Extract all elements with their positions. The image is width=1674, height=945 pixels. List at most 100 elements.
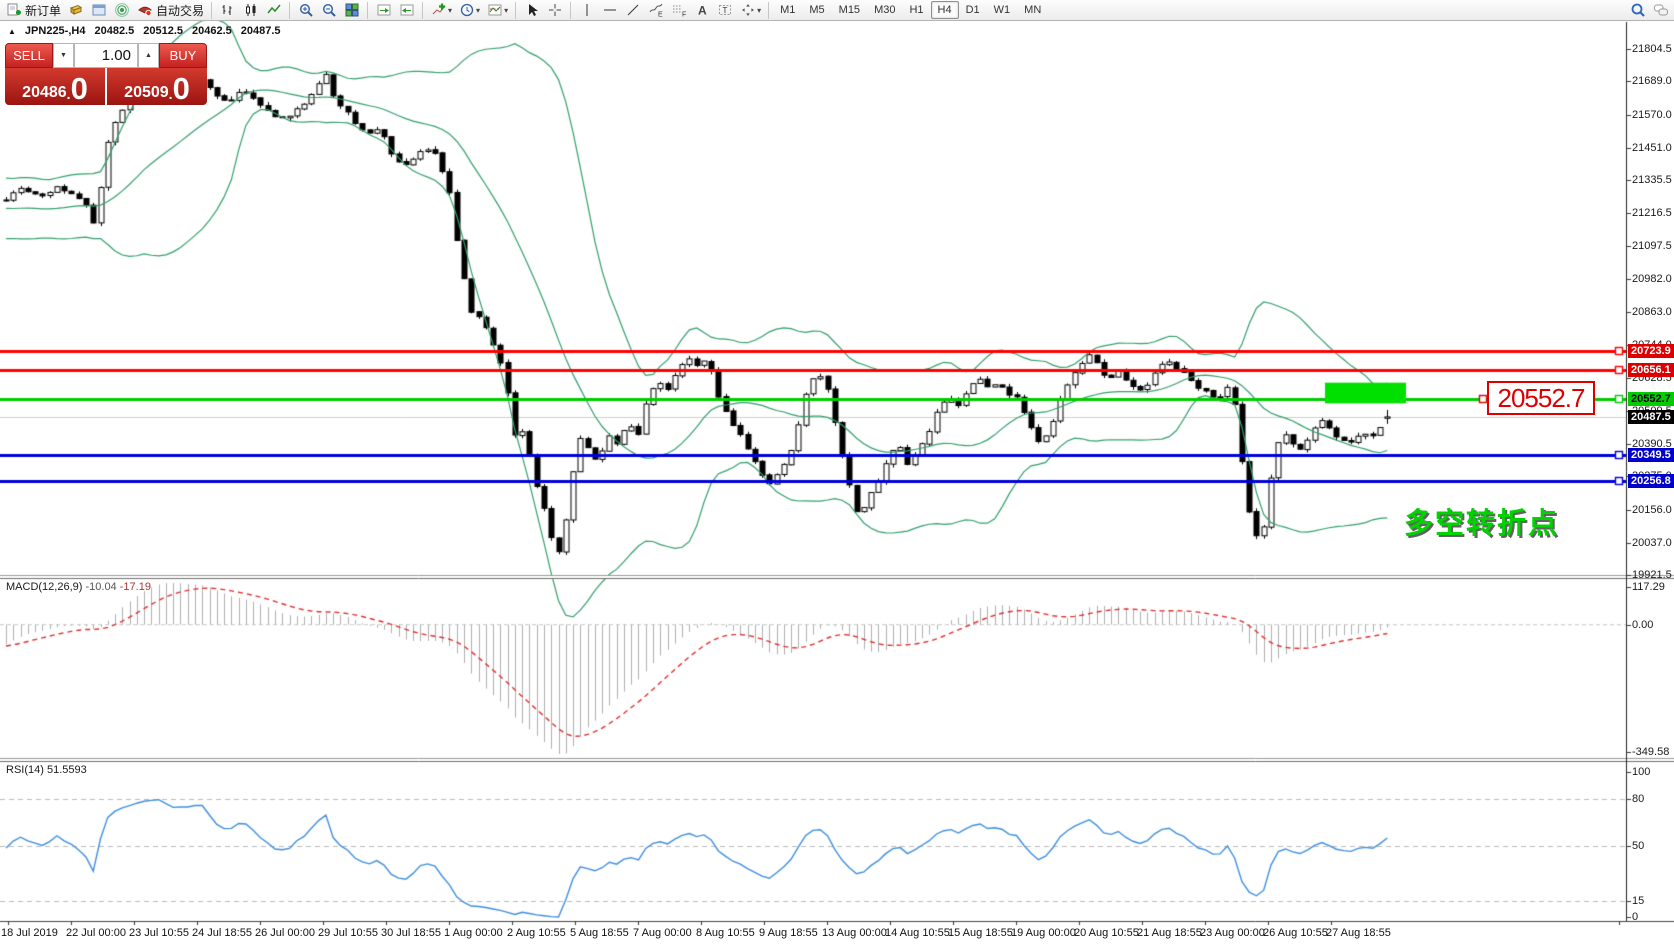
chart-text-annotation[interactable]: 多空转折点	[1404, 500, 1559, 542]
toolbar-separator	[211, 2, 212, 19]
symbol-name: JPN225-,H4	[25, 25, 86, 37]
tf-h4-button[interactable]: H4	[931, 1, 959, 19]
auto-scroll-button[interactable]	[372, 1, 395, 20]
triangle-down-icon: ▼	[60, 52, 67, 59]
tf-w1-button[interactable]: W1	[987, 1, 1018, 19]
sell-button[interactable]: SELL	[5, 43, 53, 68]
symbol-header: ▲ JPN225-,H4 20482.5 20512.5 20462.5 204…	[8, 25, 281, 37]
toolbar-separator	[515, 2, 516, 19]
tf-m5-button[interactable]: M5	[802, 1, 831, 19]
vline-icon	[578, 2, 595, 18]
price-axis-tick-label: 20037.0	[1632, 537, 1672, 549]
chart-shift-button[interactable]	[395, 1, 418, 20]
hline-price-label[interactable]: 20552.7	[1628, 392, 1674, 406]
line-chart-button[interactable]	[262, 1, 285, 20]
price-axis-tick-label: 21451.0	[1632, 142, 1672, 154]
tf-m1-button[interactable]: M1	[773, 1, 802, 19]
zoom-out-icon	[320, 2, 337, 18]
fibonacci-button[interactable]: F	[667, 1, 690, 20]
dropdown-caret-icon: ▾	[448, 6, 452, 15]
horizontal-line-button[interactable]	[598, 1, 621, 20]
templates-button[interactable]: ▾	[483, 1, 511, 20]
collapse-triangle-icon[interactable]: ▲	[8, 27, 16, 36]
tf-mn-button[interactable]: MN	[1017, 1, 1048, 19]
bar-chart-button[interactable]	[216, 1, 239, 20]
autotrading-button[interactable]: 自动交易	[133, 1, 207, 20]
sell-price-base: 20486	[22, 84, 67, 102]
svg-text:A: A	[698, 4, 707, 18]
candle-chart-button[interactable]	[239, 1, 262, 20]
time-axis-tick-label: 23 Jul 10:55	[129, 927, 189, 939]
price-axis-tick-label: 20156.0	[1632, 504, 1672, 516]
bid-price-label: 20487.5	[1628, 410, 1674, 424]
price-axis-tick-label: 21335.5	[1632, 174, 1672, 186]
time-axis-tick-label: 26 Aug 10:55	[1263, 927, 1328, 939]
template-icon	[486, 2, 503, 18]
search-button[interactable]	[1626, 1, 1649, 20]
chart-shift-icon	[398, 2, 415, 18]
time-axis-tick-label: 29 Jul 10:55	[318, 927, 378, 939]
ohlc-high: 20512.5	[143, 25, 183, 37]
macd-axis-tick-label: 117.29	[1632, 581, 1665, 593]
volume-decrease-button[interactable]: ▼	[53, 43, 74, 68]
text-icon: A	[693, 2, 710, 18]
time-axis-tick-label: 1 Aug 00:00	[444, 927, 503, 939]
volume-input[interactable]	[74, 43, 138, 68]
price-axis-tick-label: 21689.0	[1632, 75, 1672, 87]
chat-button[interactable]	[1649, 1, 1672, 20]
chart-canvas[interactable]	[0, 0, 1674, 945]
svg-text:F: F	[682, 12, 686, 19]
auto-scroll-icon	[375, 2, 392, 18]
zoom-in-button[interactable]	[294, 1, 317, 20]
toolbar-separator	[768, 2, 769, 19]
time-axis-tick-label: 26 Jul 00:00	[255, 927, 315, 939]
price-axis-tick-label: 21097.5	[1632, 240, 1672, 252]
time-axis-tick-label: 22 Jul 00:00	[66, 927, 126, 939]
price-axis-tick-label: 21804.5	[1632, 43, 1672, 55]
buy-button[interactable]: BUY	[159, 43, 207, 68]
tile-windows-button[interactable]	[340, 1, 363, 20]
label-button[interactable]: T	[713, 1, 736, 20]
sell-price[interactable]: 20486.0	[5, 68, 105, 105]
fibo-icon: F	[670, 2, 687, 18]
macd-axis-tick-label: -349.58	[1632, 746, 1669, 758]
price-axis-tick-label: 20863.0	[1632, 306, 1672, 318]
hline-price-label[interactable]: 20349.5	[1628, 448, 1674, 462]
svg-text:E: E	[658, 12, 663, 19]
crosshair-button[interactable]	[543, 1, 566, 20]
price-callout-label[interactable]: 20552.7	[1487, 381, 1595, 415]
zoom-out-button[interactable]	[317, 1, 340, 20]
tf-m15-button[interactable]: M15	[832, 1, 867, 19]
indicators-button[interactable]: ▾	[427, 1, 455, 20]
cursor-button[interactable]	[520, 1, 543, 20]
buy-price[interactable]: 20509.0	[107, 68, 207, 105]
toolbar-separator	[289, 2, 290, 19]
hline-price-label[interactable]: 20256.8	[1628, 474, 1674, 488]
shapes-button[interactable]: ▾	[736, 1, 764, 20]
one-click-trading-panel: SELL ▼ ▲ BUY 20486.0 20509.0	[5, 43, 207, 105]
trendline-button[interactable]	[621, 1, 644, 20]
signals-button[interactable]	[110, 1, 133, 20]
rsi-axis-tick-label: 100	[1632, 766, 1650, 778]
vertical-line-button[interactable]	[575, 1, 598, 20]
toolbar: 新订单自动交易▾▾▾EFAT▾M1M5M15M30H1H4D1W1MN	[0, 0, 1674, 21]
ohlc-low: 20462.5	[192, 25, 232, 37]
equidistant-channel-button[interactable]: E	[644, 1, 667, 20]
volume-increase-button[interactable]: ▲	[138, 43, 159, 68]
new-chart-button[interactable]	[64, 1, 87, 20]
tf-d1-button[interactable]: D1	[959, 1, 987, 19]
time-axis-tick-label: 2 Aug 10:55	[507, 927, 566, 939]
hline-price-label[interactable]: 20656.1	[1628, 363, 1674, 377]
tf-m30-button[interactable]: M30	[867, 1, 902, 19]
rsi-axis-tick-label: 15	[1632, 895, 1644, 907]
new-order-button[interactable]: 新订单	[2, 1, 64, 20]
tile-windows-icon	[343, 2, 360, 18]
time-axis-tick-label: 9 Aug 18:55	[759, 927, 818, 939]
profile-icon	[90, 2, 107, 18]
text-button[interactable]: A	[690, 1, 713, 20]
tf-h1-button[interactable]: H1	[902, 1, 930, 19]
hline-price-label[interactable]: 20723.9	[1628, 344, 1674, 358]
periods-button[interactable]: ▾	[455, 1, 483, 20]
profile-button[interactable]	[87, 1, 110, 20]
hline-icon	[601, 2, 618, 18]
